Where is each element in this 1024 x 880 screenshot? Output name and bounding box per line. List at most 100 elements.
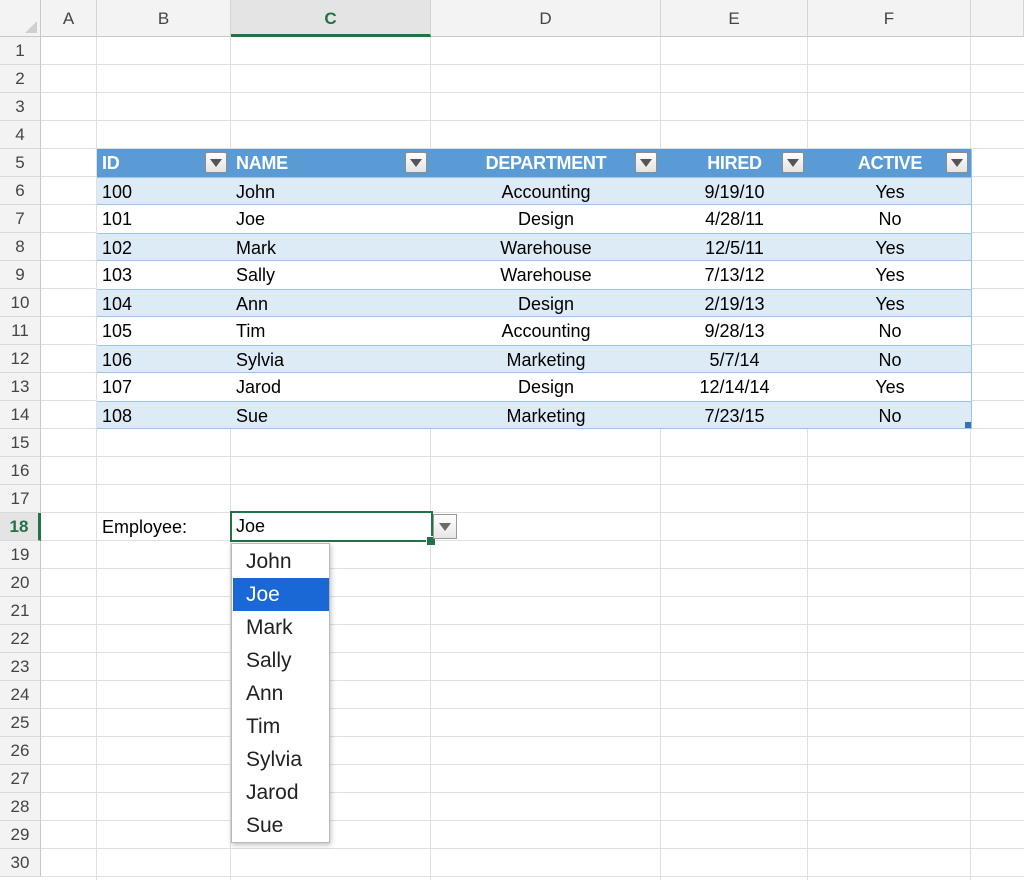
- row-header-22[interactable]: 22: [0, 625, 41, 653]
- row-header-8[interactable]: 8: [0, 233, 41, 261]
- row-header-2[interactable]: 2: [0, 65, 41, 93]
- header-name[interactable]: NAME: [231, 149, 403, 177]
- filter-dropdown-icon[interactable]: [405, 152, 427, 173]
- cell-department[interactable]: Marketing: [431, 402, 661, 430]
- cell-id[interactable]: 102: [97, 234, 231, 262]
- row-header-19[interactable]: 19: [0, 541, 41, 569]
- cell-active[interactable]: Yes: [808, 373, 972, 401]
- row-header-1[interactable]: 1: [0, 37, 41, 65]
- cell-id[interactable]: 105: [97, 317, 231, 345]
- row-header-4[interactable]: 4: [0, 121, 41, 149]
- dropdown-option[interactable]: Sally: [233, 644, 329, 677]
- column-header-blank[interactable]: [971, 0, 1024, 37]
- employee-dropdown-list[interactable]: John Joe Mark Sally Ann Tim Sylvia Jarod Sue: [231, 543, 330, 843]
- row-header-18[interactable]: 18: [0, 513, 41, 541]
- cell-active[interactable]: Yes: [808, 178, 972, 206]
- cell-name[interactable]: Sally: [231, 261, 431, 289]
- cell-hired[interactable]: 9/19/10: [661, 178, 808, 206]
- filter-dropdown-icon[interactable]: [946, 152, 968, 173]
- cell-hired[interactable]: 12/5/11: [661, 234, 808, 262]
- header-id[interactable]: ID: [97, 149, 203, 177]
- column-header-b[interactable]: B: [97, 0, 231, 37]
- select-all-corner[interactable]: [0, 0, 41, 37]
- cell-id[interactable]: 100: [97, 178, 231, 206]
- row-header-21[interactable]: 21: [0, 597, 41, 625]
- cell-department[interactable]: Design: [431, 373, 661, 401]
- dropdown-option[interactable]: Ann: [233, 677, 329, 710]
- cell-department[interactable]: Warehouse: [431, 261, 661, 289]
- row-header-12[interactable]: 12: [0, 345, 41, 373]
- cell-active[interactable]: Yes: [808, 234, 972, 262]
- row-header-3[interactable]: 3: [0, 93, 41, 121]
- spreadsheet-grid[interactable]: A B C D E F 1 2 3 4 5 6 7 8 9 10 11 12 13 14 15 16 17 18 19 20 21 2…: [0, 0, 1024, 880]
- row-header-16[interactable]: 16: [0, 457, 41, 485]
- row-header-20[interactable]: 20: [0, 569, 41, 597]
- cell-name[interactable]: Mark: [231, 234, 431, 262]
- filter-dropdown-icon[interactable]: [782, 152, 804, 173]
- row-header-17[interactable]: 17: [0, 485, 41, 513]
- cell-id[interactable]: 107: [97, 373, 231, 401]
- cell-hired[interactable]: 7/23/15: [661, 402, 808, 430]
- cell-name[interactable]: Ann: [231, 290, 431, 318]
- filter-dropdown-icon[interactable]: [635, 152, 657, 173]
- row-header-11[interactable]: 11: [0, 317, 41, 345]
- cell-hired[interactable]: 9/28/13: [661, 317, 808, 345]
- cell-department[interactable]: Accounting: [431, 317, 661, 345]
- cell-active[interactable]: No: [808, 346, 972, 374]
- cell-hired[interactable]: 12/14/14: [661, 373, 808, 401]
- dropdown-option[interactable]: John: [233, 545, 329, 578]
- cell-id[interactable]: 106: [97, 346, 231, 374]
- row-header-24[interactable]: 24: [0, 681, 41, 709]
- employee-select-cell[interactable]: Joe: [230, 511, 433, 542]
- row-header-9[interactable]: 9: [0, 261, 41, 289]
- cell-hired[interactable]: 4/28/11: [661, 205, 808, 233]
- cell-active[interactable]: Yes: [808, 261, 972, 289]
- cell-name[interactable]: Jarod: [231, 373, 431, 401]
- dropdown-option[interactable]: Sue: [233, 809, 329, 842]
- filter-dropdown-icon[interactable]: [205, 152, 227, 173]
- row-header-26[interactable]: 26: [0, 737, 41, 765]
- cell-department[interactable]: Design: [431, 290, 661, 318]
- cell-id[interactable]: 101: [97, 205, 231, 233]
- dropdown-option[interactable]: Tim: [233, 710, 329, 743]
- row-header-23[interactable]: 23: [0, 653, 41, 681]
- row-header-13[interactable]: 13: [0, 373, 41, 401]
- cell-name[interactable]: John: [231, 178, 431, 206]
- cell-department[interactable]: Design: [431, 205, 661, 233]
- dropdown-option[interactable]: Jarod: [233, 776, 329, 809]
- dropdown-arrow-button[interactable]: [433, 514, 457, 539]
- cell-name[interactable]: Joe: [231, 205, 431, 233]
- cell-hired[interactable]: 2/19/13: [661, 290, 808, 318]
- row-header-25[interactable]: 25: [0, 709, 41, 737]
- cell-id[interactable]: 104: [97, 290, 231, 318]
- cell-department[interactable]: Accounting: [431, 178, 661, 206]
- row-header-5[interactable]: 5: [0, 149, 41, 177]
- dropdown-option[interactable]: Sylvia: [233, 743, 329, 776]
- cell-id[interactable]: 108: [97, 402, 231, 430]
- row-header-27[interactable]: 27: [0, 765, 41, 793]
- row-header-14[interactable]: 14: [0, 401, 41, 429]
- column-header-f[interactable]: F: [808, 0, 971, 37]
- dropdown-option[interactable]: Mark: [233, 611, 329, 644]
- cell-hired[interactable]: 5/7/14: [661, 346, 808, 374]
- cell-active[interactable]: No: [808, 205, 972, 233]
- cell-name[interactable]: Tim: [231, 317, 431, 345]
- table-resize-handle[interactable]: [965, 422, 971, 428]
- dropdown-option[interactable]: Joe: [233, 578, 329, 611]
- cell-name[interactable]: Sue: [231, 402, 431, 430]
- row-header-29[interactable]: 29: [0, 821, 41, 849]
- row-header-10[interactable]: 10: [0, 289, 41, 317]
- row-header-6[interactable]: 6: [0, 177, 41, 205]
- cell-name[interactable]: Sylvia: [231, 346, 431, 374]
- column-header-c[interactable]: C: [231, 0, 431, 37]
- column-header-a[interactable]: A: [41, 0, 97, 37]
- cell-department[interactable]: Marketing: [431, 346, 661, 374]
- cell-active[interactable]: Yes: [808, 290, 972, 318]
- row-header-15[interactable]: 15: [0, 429, 41, 457]
- cell-active[interactable]: No: [808, 402, 972, 430]
- cell-active[interactable]: No: [808, 317, 972, 345]
- cell-id[interactable]: 103: [97, 261, 231, 289]
- cell-department[interactable]: Warehouse: [431, 234, 661, 262]
- header-department[interactable]: DEPARTMENT: [431, 149, 661, 177]
- column-header-d[interactable]: D: [431, 0, 661, 37]
